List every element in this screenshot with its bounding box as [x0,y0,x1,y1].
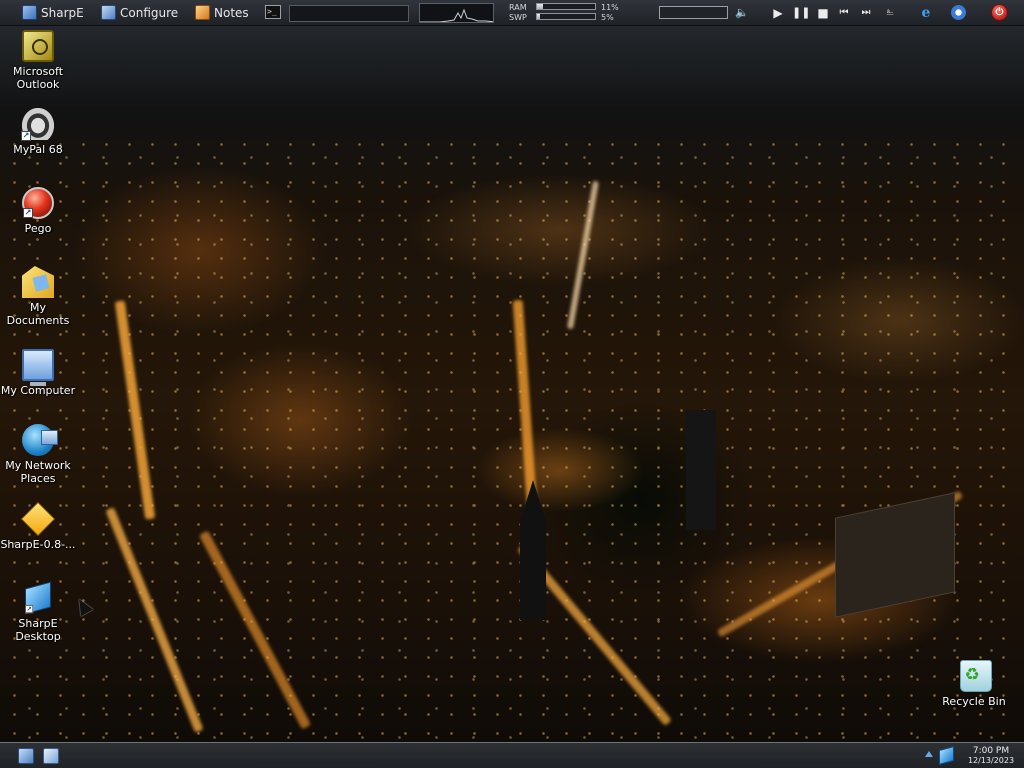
shortcut-arrow-icon: ↗ [25,605,34,614]
desktop-icon-my-documents[interactable]: My Documents [0,266,76,327]
show-desktop-icon[interactable] [18,748,34,764]
taskbar: 7:00 PM 12/13/2023 [0,742,1024,768]
desktop-icon-label: My Documents [6,301,70,327]
pego-icon: ↗ [22,187,54,219]
top-panel: SharpE Configure Notes >_ RAM 11% SWP 5%… [0,0,1024,26]
desktop-icon-sharpe-desktop[interactable]: ↗ SharpE Desktop [0,581,76,643]
power-icon[interactable]: ⏻ [991,4,1008,21]
desktop-icon-label: MyPal 68 [13,143,63,156]
terminal-icon[interactable]: >_ [265,5,281,19]
computer-icon [22,349,54,386]
clock[interactable]: 7:00 PM 12/13/2023 [962,746,1020,766]
internet-explorer-icon[interactable]: e [918,5,934,21]
swap-bar-fill [537,14,540,19]
pause-icon[interactable]: ❚❚ [792,5,810,21]
shortcut-arrow-icon: ↗ [23,208,33,218]
media-player-icon[interactable] [951,5,966,20]
cpu-graph-line [420,8,493,22]
desktop-icon-recycle-bin[interactable]: Recycle Bin [936,660,1012,708]
desktop-icon-label: SharpE Desktop [15,617,61,643]
recycle-bin-icon [959,660,992,692]
swap-value: 5% [601,13,614,22]
ram-label: RAM [509,3,527,12]
sharpe-menu-label: SharpE [41,5,84,20]
desktop-icon-my-network-places[interactable]: My Network Places [0,424,76,485]
sharpe-icon [22,5,37,20]
sharpe-menu-button[interactable]: SharpE [22,3,84,22]
mypal-icon: ↗ [21,108,54,141]
stop-icon[interactable]: ■ [815,5,831,21]
ram-bar-fill [537,4,544,9]
desktop-icon-label: Microsoft Outlook [12,65,64,91]
previous-icon[interactable]: ⏮ [836,5,852,21]
cpu-graph [419,3,494,23]
tower [686,410,716,530]
configure-button[interactable]: Configure [101,3,178,22]
desktop-icon-pego[interactable]: ↗ Pego [0,187,76,235]
desktop-icon-label: My Network Places [5,459,71,485]
notes-icon [195,5,210,20]
network-status-icon[interactable]: ⎁ [882,5,898,21]
desktop-icon-microsoft-outlook[interactable]: Microsoft Outlook [0,30,76,91]
desktop-icon-my-computer[interactable]: My Computer [0,345,76,397]
desktop-icon-mypal-68[interactable]: ↗ MyPal 68 [0,108,76,156]
documents-folder-icon [22,266,54,298]
ram-value: 11% [601,3,619,12]
command-input[interactable] [289,5,409,22]
play-icon[interactable]: ▶ [770,5,786,21]
notes-label: Notes [214,5,249,20]
desktop-wallpaper [0,0,1024,768]
notes-button[interactable]: Notes [195,3,249,22]
outlook-icon [22,30,54,62]
ram-bar [536,3,596,10]
desktop-icon-label: Pego [24,222,52,235]
sharpe-package-icon [21,502,55,536]
desktop-icon-label: SharpE-0.8-... [0,538,76,551]
swap-bar [536,13,596,20]
sharpe-tray-icon[interactable] [939,745,954,766]
desktop-icon-sharpe-08[interactable]: SharpE-0.8-... [0,502,76,551]
city-lights [0,130,1024,750]
tray-expand-icon[interactable] [925,751,933,757]
next-icon[interactable]: ⏭ [858,5,874,21]
swap-label: SWP [509,13,527,22]
configure-icon [101,5,116,20]
clock-date: 12/13/2023 [967,756,1015,765]
network-icon [22,424,58,456]
switch-windows-icon[interactable] [43,748,59,764]
desktop-icon-label: Recycle Bin [942,695,1006,708]
speaker-icon[interactable]: 🔈 [734,5,750,21]
volume-slider[interactable] [659,6,728,19]
shortcut-arrow-icon: ↗ [21,131,31,141]
configure-label: Configure [120,5,179,20]
clock-time: 7:00 PM [972,746,1010,756]
sharpe-desktop-icon: ↗ [25,581,51,615]
